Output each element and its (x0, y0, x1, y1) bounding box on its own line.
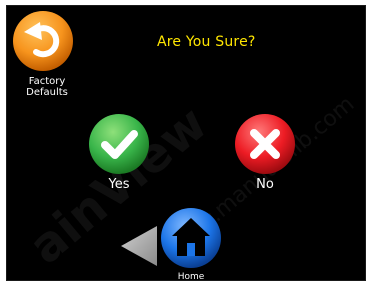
page-title: Are You Sure? (157, 34, 256, 50)
undo-arrow-icon (13, 11, 73, 71)
factory-defaults-label: Factory Defaults (26, 76, 68, 98)
factory-defaults-button[interactable] (12, 10, 74, 72)
no-label: No (256, 177, 274, 192)
device-screen: ainView www.manualslib.com Are You Sure?… (6, 5, 366, 281)
back-triangle-icon[interactable] (117, 224, 159, 268)
yes-label: Yes (108, 177, 130, 192)
no-button[interactable] (234, 113, 296, 175)
x-icon (235, 114, 295, 174)
house-icon (161, 208, 221, 268)
home-label: Home (177, 272, 205, 281)
home-button[interactable] (160, 207, 222, 269)
checkmark-icon (89, 114, 149, 174)
yes-button[interactable] (88, 113, 150, 175)
